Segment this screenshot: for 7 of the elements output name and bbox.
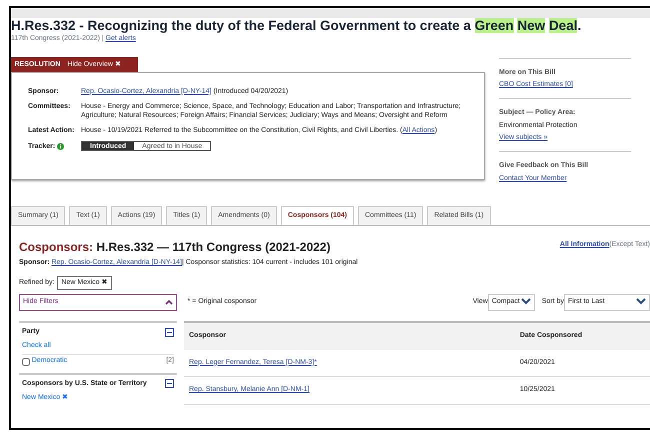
checkbox[interactable]: [22, 358, 30, 366]
collapse-icon[interactable]: [165, 379, 174, 388]
section-heading: Cosponsors: H.Res.332 — 117th Congress (2021-2022): [19, 240, 330, 255]
collapse-icon[interactable]: [165, 328, 174, 337]
info-icon: [57, 142, 64, 150]
chevron-up-icon: [165, 300, 173, 305]
page-title: H.Res.332 - Recognizing the duty of the Federal Government to create a Green New Deal.: [11, 18, 582, 34]
